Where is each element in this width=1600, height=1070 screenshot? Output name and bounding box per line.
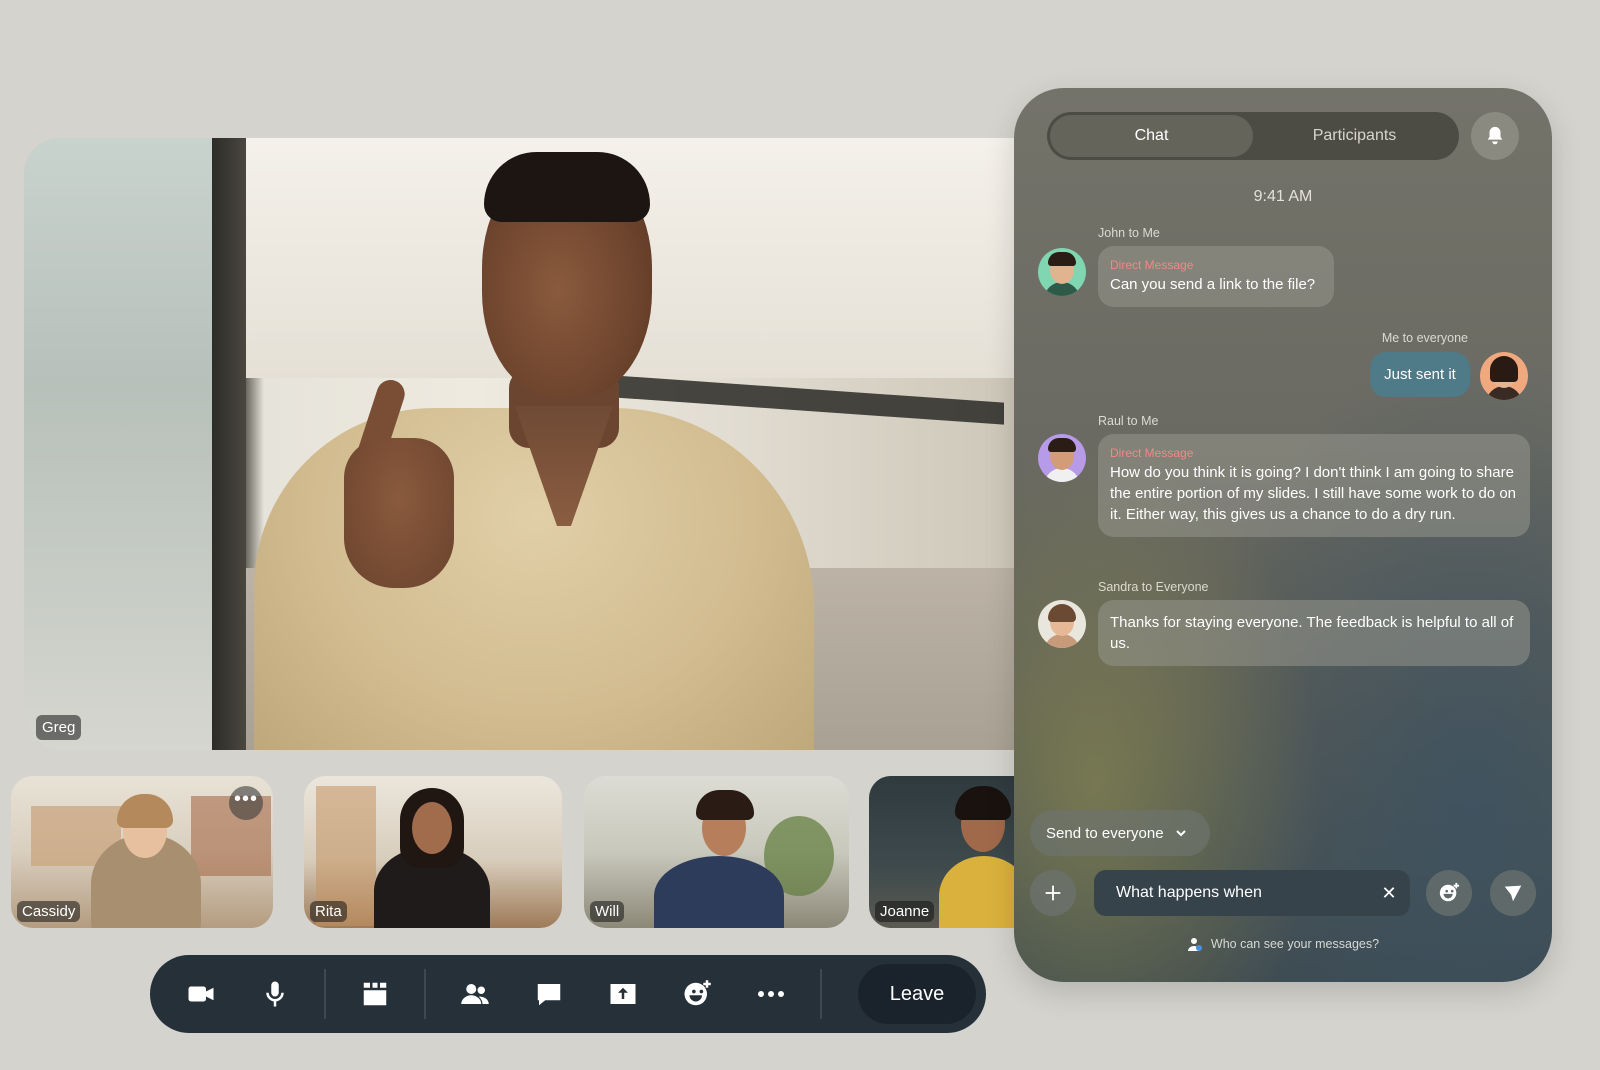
chat-panel: Chat Participants 9:41 AM John to Me Dir… <box>1014 88 1552 982</box>
participant-name-tag: Cassidy <box>17 901 81 922</box>
microphone-button[interactable] <box>238 964 312 1024</box>
more-options-button[interactable]: ••• <box>229 786 263 820</box>
speaker-figure <box>234 152 854 750</box>
plus-icon <box>1045 885 1061 901</box>
control-divider <box>424 969 426 1019</box>
add-attachment-button[interactable] <box>1030 870 1076 916</box>
avatar-body <box>1044 634 1080 648</box>
participant-tile-cassidy[interactable]: ••• Cassidy <box>11 776 273 928</box>
avatar-body <box>1044 282 1080 296</box>
avatar-body <box>1486 386 1522 400</box>
avatar <box>1038 600 1086 648</box>
chat-icon <box>537 984 561 1006</box>
chat-timestamp: 9:41 AM <box>1253 188 1313 205</box>
person-body <box>654 856 784 928</box>
participant-tile-rita[interactable]: Rita <box>304 776 562 928</box>
message-text: How do you think it is going? I don't th… <box>1110 464 1517 523</box>
participant-name-tag: Greg <box>36 715 82 740</box>
notifications-button[interactable] <box>1471 112 1519 160</box>
chevron-down-icon <box>1175 830 1186 837</box>
chat-button[interactable] <box>512 964 586 1024</box>
tab-chat[interactable]: Chat <box>1050 115 1253 157</box>
direct-message-label: Direct Message <box>1110 446 1194 460</box>
message-input[interactable] <box>1094 870 1410 916</box>
participant-name-tag: Joanne <box>875 901 935 922</box>
send-to-label: Send to everyone <box>1046 824 1164 842</box>
message-sender: Me to everyone <box>1381 331 1468 345</box>
avatar <box>1038 248 1086 296</box>
avatar-body <box>1044 468 1080 482</box>
more-icon <box>758 991 784 997</box>
person-hair <box>696 790 754 820</box>
participant-name-tag: Rita <box>310 901 347 922</box>
more-button[interactable] <box>734 964 808 1024</box>
avatar-hair <box>1048 252 1076 266</box>
bell-icon <box>1487 126 1503 145</box>
message-text: Just sent it <box>1384 366 1456 383</box>
participant-name-tag: Will <box>590 901 625 922</box>
avatar-hair <box>1048 604 1076 622</box>
control-divider <box>820 969 822 1019</box>
person-icon <box>1187 938 1202 951</box>
message-bubble: Direct Message How do you think it is go… <box>1098 434 1530 537</box>
avatar <box>1038 434 1086 482</box>
person-face-front <box>412 802 452 854</box>
participant-tile-will[interactable]: Will <box>584 776 849 928</box>
leave-button[interactable]: Leave <box>858 964 976 1024</box>
message-sender: Sandra to Everyone <box>1098 580 1209 594</box>
privacy-text: Who can see your messages? <box>1210 937 1380 951</box>
send-to-dropdown[interactable]: Send to everyone <box>1030 810 1210 856</box>
participant-tile-joanne[interactable]: Joanne <box>869 776 1025 928</box>
chat-tabs: Chat Participants <box>1047 112 1459 160</box>
avatar-hair <box>1048 438 1076 452</box>
message-sender: Raul to Me <box>1098 414 1159 428</box>
microphone-icon <box>266 981 284 1007</box>
send-button[interactable] <box>1490 870 1536 916</box>
tab-participants[interactable]: Participants <box>1253 115 1456 157</box>
hand <box>344 438 454 588</box>
participants-icon <box>461 984 489 1004</box>
share-screen-icon <box>610 984 636 1004</box>
participants-button[interactable] <box>438 964 512 1024</box>
avatar-hair <box>1490 356 1518 382</box>
meeting-control-bar: Leave <box>150 955 986 1033</box>
message-visibility-info[interactable]: Who can see your messages? <box>1014 936 1552 952</box>
main-speaker-video[interactable]: Greg <box>24 138 1024 750</box>
clear-input-button[interactable]: ✕ <box>1378 882 1400 904</box>
grid-view-icon <box>363 982 387 1006</box>
avatar <box>1480 352 1528 400</box>
message-bubble: Thanks for staying everyone. The feedbac… <box>1098 600 1530 666</box>
window-background <box>24 138 224 750</box>
message-text: Thanks for staying everyone. The feedbac… <box>1110 614 1514 652</box>
message-sender: John to Me <box>1098 226 1160 240</box>
video-camera-icon <box>188 986 214 1002</box>
reactions-button[interactable] <box>660 964 734 1024</box>
direct-message-label: Direct Message <box>1110 258 1194 272</box>
grid-view-button[interactable] <box>338 964 412 1024</box>
message-bubble: Just sent it <box>1370 352 1470 397</box>
emoji-icon <box>1439 882 1460 902</box>
message-text: Can you send a link to the file? <box>1110 276 1316 293</box>
video-camera-button[interactable] <box>164 964 238 1024</box>
person-body <box>939 856 1025 928</box>
hair <box>484 152 650 222</box>
share-screen-button[interactable] <box>586 964 660 1024</box>
reactions-icon <box>684 980 711 1006</box>
send-icon <box>1504 885 1522 902</box>
emoji-button[interactable] <box>1426 870 1472 916</box>
message-bubble: Direct Message Can you send a link to th… <box>1098 246 1334 307</box>
control-divider <box>324 969 326 1019</box>
